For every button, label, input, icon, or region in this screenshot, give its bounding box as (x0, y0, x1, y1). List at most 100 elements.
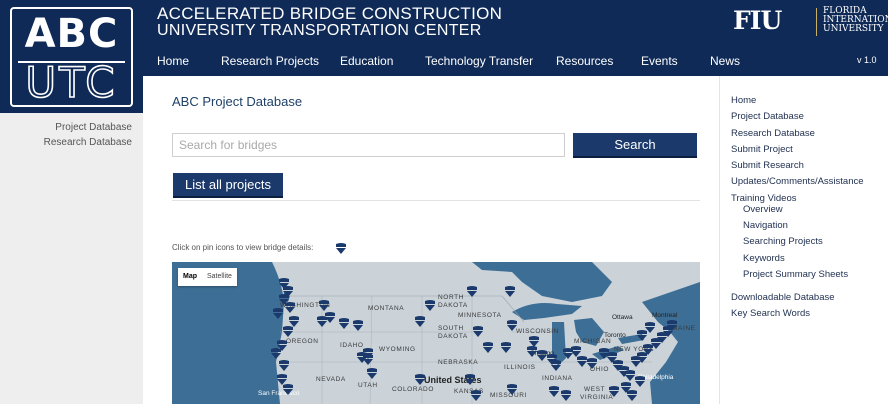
map-label-minnesota: MINNESOTA (458, 312, 502, 319)
map-label-montana: MONTANA (368, 305, 405, 312)
bridge-pin-icon[interactable] (634, 376, 646, 388)
bridge-pin-icon[interactable] (282, 384, 294, 396)
map-label-colorado: COLORADO (392, 386, 435, 393)
nav-news[interactable]: News (710, 54, 740, 68)
bridge-pin-icon[interactable] (472, 326, 484, 338)
right-sidebar: Home Project Database Research Database … (719, 76, 888, 404)
bridge-pin-icon[interactable] (608, 386, 620, 398)
bridge-pin-icon[interactable] (466, 286, 478, 298)
bridge-pin-icon[interactable] (366, 368, 378, 380)
right-link-training-videos[interactable]: Training Videos (731, 193, 796, 204)
right-link-research-database[interactable]: Research Database (731, 128, 815, 139)
list-all-projects-button[interactable]: List all projects (173, 173, 283, 198)
map-label-michigan: MICHIGAN (574, 338, 612, 345)
version-label: v 1.0 (857, 55, 877, 65)
bridge-pin-icon[interactable] (644, 322, 656, 334)
bridge-pin-icon[interactable] (356, 352, 368, 364)
bridge-pin-icon[interactable] (278, 360, 290, 372)
bridge-pin-icon[interactable] (500, 342, 512, 354)
bridge-pin-icon[interactable] (284, 302, 296, 314)
map-label-indiana: INDIANA (542, 375, 573, 382)
map-label-illinois: ILLINOIS (504, 364, 536, 371)
search-input[interactable] (172, 133, 565, 157)
bridge-pin-icon[interactable] (482, 342, 494, 354)
bridge-pin-icon[interactable] (414, 316, 426, 328)
right-link-project-database[interactable]: Project Database (731, 111, 804, 122)
site-title-line2: UNIVERSITY TRANSPORTATION CENTER (157, 22, 482, 39)
bridge-pin-icon[interactable] (338, 318, 350, 330)
nav-resources[interactable]: Resources (556, 54, 613, 68)
left-sidebar: Project Database Research Database (0, 113, 143, 404)
bridge-pin-icon[interactable] (270, 348, 282, 360)
map-tab-satellite[interactable]: Satellite (202, 268, 237, 286)
map-label-ottawa: Ottawa (612, 314, 633, 321)
map-label-nebraska: NEBRASKA (438, 359, 479, 366)
nav-education[interactable]: Education (340, 54, 393, 68)
search-button[interactable]: Search (573, 133, 697, 158)
map-label-north-dakota-1: NORTH (438, 294, 464, 301)
training-link-searching-projects[interactable]: Searching Projects (743, 236, 823, 247)
bridge-pin-icon[interactable] (506, 320, 518, 332)
bridge-pin-icon[interactable] (560, 390, 572, 402)
logo-abc-text: ABC (24, 11, 119, 57)
training-link-navigation[interactable]: Navigation (743, 220, 788, 231)
right-link-key-search-words[interactable]: Key Search Words (731, 308, 810, 319)
right-link-home[interactable]: Home (731, 95, 756, 106)
map-label-south-dakota-2: DAKOTA (438, 333, 468, 340)
bridge-pin-icon[interactable] (470, 390, 482, 402)
nav-technology-transfer[interactable]: Technology Transfer (425, 54, 533, 68)
logo-frame: ABC UTC (10, 7, 133, 107)
divider (172, 200, 700, 201)
map-label-wyoming: WYOMING (379, 346, 416, 353)
bridge-pin-icon[interactable] (626, 390, 638, 402)
map-type-control: Map Satellite (178, 268, 237, 286)
training-link-project-summary-sheets[interactable]: Project Summary Sheets (743, 269, 848, 280)
training-link-overview[interactable]: Overview (743, 204, 783, 215)
logo-utc-text: UTC (25, 58, 118, 107)
bridge-pin-icon[interactable] (318, 300, 330, 312)
page-title: ABC Project Database (172, 94, 303, 109)
bridge-pin-icon[interactable] (324, 312, 336, 324)
bridge-pin-icon[interactable] (272, 308, 284, 320)
bridge-pin-icon[interactable] (464, 374, 476, 386)
left-link-project-database[interactable]: Project Database (55, 122, 132, 133)
map-label-toronto: Toronto (604, 332, 626, 339)
map-label-wisconsin: WISCONSIN (516, 328, 559, 335)
map-label-nevada: NEVADA (316, 376, 346, 383)
map-label-utah: UTAH (358, 382, 378, 389)
bridge-pin-icon[interactable] (424, 300, 436, 312)
right-link-updates[interactable]: Updates/Comments/Assistance (731, 176, 864, 187)
fiu-logo-name: FLORIDA INTERNATIONAL UNIVERSITY (823, 7, 888, 34)
bridge-pin-icon (336, 243, 346, 254)
bridge-pin-icon[interactable] (586, 358, 598, 370)
bridge-pin-icon[interactable] (504, 286, 516, 298)
bridge-pin-icon[interactable] (506, 384, 518, 396)
bridge-map[interactable]: Map Satellite WASHINGTON MONTANA NORTH D… (172, 262, 700, 404)
map-tab-map[interactable]: Map (178, 268, 202, 286)
map-label-oregon: OREGON (286, 338, 319, 345)
fiu-logo-mark: FIU (733, 6, 782, 35)
nav-events[interactable]: Events (641, 54, 678, 68)
right-link-submit-research[interactable]: Submit Research (731, 160, 804, 171)
training-link-keywords[interactable]: Keywords (743, 253, 785, 264)
map-label-north-dakota-2: DAKOTA (438, 302, 468, 309)
map-label-idaho: IDAHO (340, 342, 364, 349)
site-title-line1: ACCELERATED BRIDGE CONSTRUCTION (157, 4, 503, 23)
left-link-research-database[interactable]: Research Database (44, 137, 132, 148)
nav-research-projects[interactable]: Research Projects (221, 54, 319, 68)
right-link-submit-project[interactable]: Submit Project (731, 144, 793, 155)
right-link-downloadable-database[interactable]: Downloadable Database (731, 292, 835, 303)
bridge-pin-icon[interactable] (548, 386, 560, 398)
bridge-pin-icon[interactable] (550, 360, 562, 372)
fiu-logo-separator (816, 8, 817, 36)
map-label-south-dakota-1: SOUTH (438, 325, 464, 332)
bridge-pin-icon[interactable] (666, 320, 678, 332)
abc-utc-logo[interactable]: ABC UTC (0, 0, 143, 113)
nav-home[interactable]: Home (157, 54, 189, 68)
bridge-pin-icon[interactable] (282, 326, 294, 338)
map-label-montreal: Montreal (652, 312, 678, 319)
site-title[interactable]: ACCELERATED BRIDGE CONSTRUCTION UNIVERSI… (157, 5, 502, 39)
bridge-pin-icon[interactable] (352, 320, 364, 332)
map-label-west-virginia-1: WEST (584, 386, 606, 393)
bridge-pin-icon[interactable] (414, 374, 426, 386)
